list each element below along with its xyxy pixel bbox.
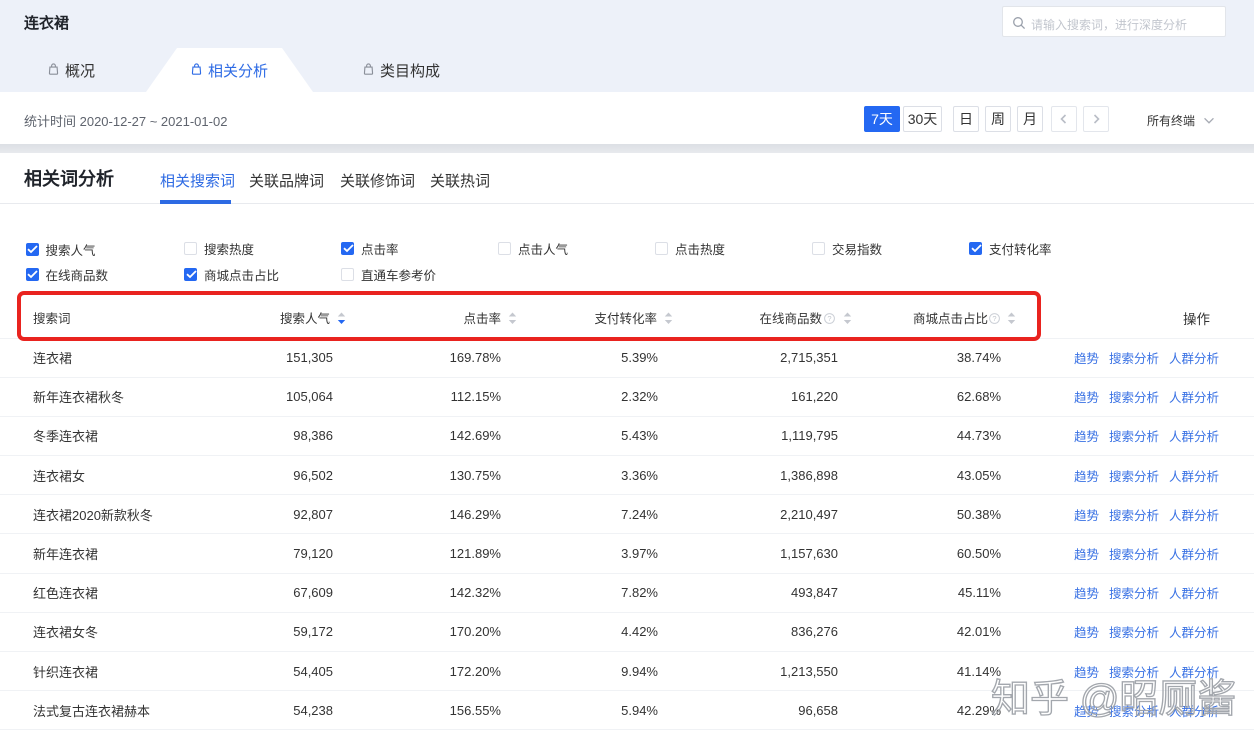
svg-text:?: ? xyxy=(827,314,831,323)
svg-text:?: ? xyxy=(992,314,996,323)
